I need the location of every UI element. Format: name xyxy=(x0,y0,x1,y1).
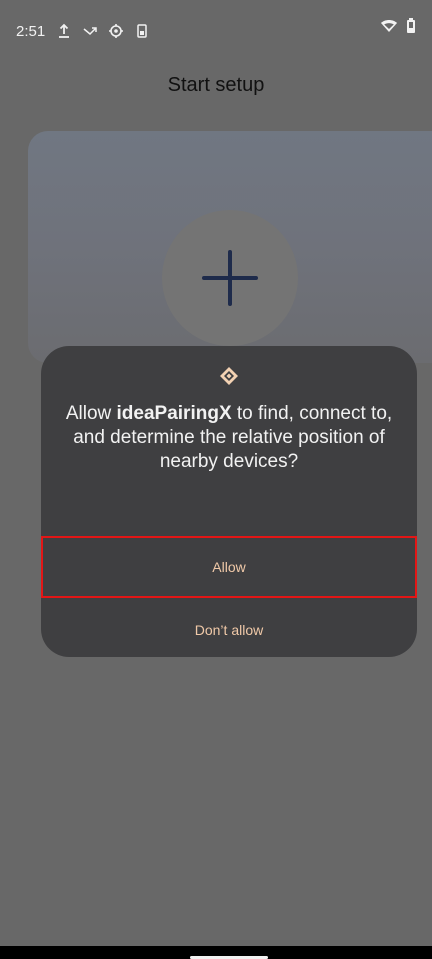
wifi-icon xyxy=(381,20,397,32)
add-icon[interactable] xyxy=(198,246,262,310)
page-title: Start setup xyxy=(167,74,265,96)
permission-dialog: Allow ideaPairingX to find, connect to, … xyxy=(41,346,417,657)
dialog-app-name: ideaPairingX xyxy=(116,403,232,424)
allow-button[interactable]: Allow xyxy=(41,536,417,598)
battery-saver-icon xyxy=(137,24,147,38)
settings-icon xyxy=(109,24,123,38)
battery-icon xyxy=(407,18,415,33)
status-time: 2:51 xyxy=(16,23,46,40)
status-icons-right xyxy=(380,18,416,34)
dialog-message-prefix: Allow xyxy=(65,403,117,424)
status-bar: 2:51 xyxy=(0,0,432,64)
dialog-message: Allow ideaPairingX to find, connect to, … xyxy=(65,402,393,474)
upload-icon xyxy=(59,23,69,38)
nearby-devices-icon xyxy=(220,367,238,385)
dont-allow-button[interactable]: Don’t allow xyxy=(41,612,417,648)
status-icons-left xyxy=(56,19,150,43)
missed-call-icon xyxy=(83,27,97,36)
